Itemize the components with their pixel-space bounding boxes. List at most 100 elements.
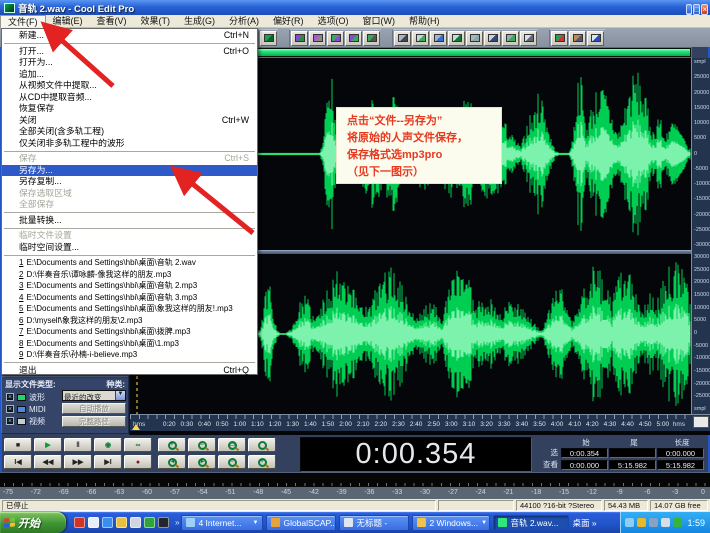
menubar-item-effects[interactable]: 效果(T) xyxy=(134,15,178,28)
menubar-item-file[interactable]: 文件(F) xyxy=(0,15,46,28)
close-button[interactable]: × xyxy=(701,4,708,15)
quick-launch-overflow[interactable]: » xyxy=(175,518,179,527)
minimize-button[interactable]: _ xyxy=(686,4,692,15)
maximize-button[interactable]: □ xyxy=(693,4,700,15)
auto-play-button[interactable]: 自动播放 xyxy=(62,403,126,414)
pen-tool-icon[interactable] xyxy=(158,517,169,528)
browser-icon[interactable] xyxy=(74,517,85,528)
task-button-folder[interactable]: 2 Windows...▼ xyxy=(412,515,490,531)
menubar-item-analyze[interactable]: 分析(A) xyxy=(222,15,266,28)
dropdown-arrow-icon[interactable]: ▼ xyxy=(115,391,125,400)
file-menu-item-extract-from-cd[interactable]: 从CD中提取音频... xyxy=(2,92,257,104)
menubar-item-options[interactable]: 选项(O) xyxy=(311,15,356,28)
toolbar-button-scripts[interactable] xyxy=(260,31,277,46)
file-menu-item-save-as[interactable]: 另存为... xyxy=(2,165,257,177)
play-looped-button[interactable]: ∞ xyxy=(124,438,152,452)
rewind-button[interactable]: ◀◀ xyxy=(34,455,62,469)
sort-dropdown[interactable]: 最近的改变 ▼ xyxy=(62,390,126,401)
file-menu-item-append[interactable]: 追加... xyxy=(2,69,257,81)
zoom-to-selection-button[interactable]: ▭ xyxy=(218,438,246,452)
collapse-arrow-icon[interactable] xyxy=(625,518,634,527)
MIDI-checkbox[interactable]: × xyxy=(6,405,14,413)
file-menu-item-revert-to-saved[interactable]: 恢复保存 xyxy=(2,103,257,115)
antivirus-icon[interactable] xyxy=(673,518,682,527)
toolbar-button-panel-window-4[interactable] xyxy=(448,31,465,46)
pause-button[interactable]: ‖ xyxy=(64,438,92,452)
toolbar-button-panel-window-8[interactable] xyxy=(520,31,537,46)
record-button[interactable]: ● xyxy=(124,455,152,469)
file-menu-item-recent-9[interactable]: 9D:\伴奏音乐\孙楠-i-believe.mp3 xyxy=(2,349,257,361)
toolbar-button-multitrack-view[interactable] xyxy=(327,31,344,46)
toolbar-button-spectral-view[interactable] xyxy=(291,31,308,46)
file-menu-item-recent-7[interactable]: 7E:\Documents and Settings\hbi\桌面\拨脾.mp3 xyxy=(2,326,257,338)
file-menu-item-recent-3[interactable]: 3E:\Documents and Settings\hbi\桌面\音轨 2.m… xyxy=(2,280,257,292)
file-menu-item-new[interactable]: 新建...Ctrl+N xyxy=(2,30,257,42)
stop-button[interactable]: ■ xyxy=(4,438,32,452)
zoom-out-vertical-button[interactable]: − xyxy=(218,455,246,469)
toolbar-button-refresh[interactable] xyxy=(551,31,568,46)
start-button[interactable]: 开始 xyxy=(0,512,66,533)
file-menu-item-close[interactable]: 关闭Ctrl+W xyxy=(2,115,257,127)
file-menu-item-temp-space-settings[interactable]: 临时空间设置... xyxy=(2,242,257,254)
zoom-out-horizontal-button[interactable]: − xyxy=(188,438,216,452)
task-button-internet-explorer[interactable]: 4 Internet...▼ xyxy=(181,515,263,531)
file-menu-item-extract-from-video[interactable]: 从视频文件中提取... xyxy=(2,80,257,92)
time-ruler[interactable]: 0:200:300:400:501:001:101:201:301:401:50… xyxy=(130,414,710,431)
toolbar-button-panel-window-6[interactable] xyxy=(484,31,501,46)
go-to-end-button[interactable]: ▶I xyxy=(94,455,122,469)
task-dropdown-arrow-icon[interactable]: ▼ xyxy=(253,520,259,526)
menubar-item-edit[interactable]: 编辑(E) xyxy=(46,15,90,28)
menubar-item-help[interactable]: 帮助(H) xyxy=(402,15,447,28)
task-button-globalscape[interactable]: GlobalSCAP... xyxy=(266,515,336,531)
zoom-in-vertical-button[interactable]: + xyxy=(248,455,276,469)
波形-checkbox[interactable]: × xyxy=(6,393,14,401)
toolbar-button-waveform-view[interactable] xyxy=(309,31,326,46)
toolbar-button-panel-window-2[interactable] xyxy=(412,31,429,46)
desktop-toolbar[interactable]: 桌面 » xyxy=(572,517,596,529)
file-menu-item-open-as[interactable]: 打开为... xyxy=(2,57,257,69)
level-meter[interactable] xyxy=(0,472,710,487)
play-button[interactable]: ▶ xyxy=(34,438,62,452)
messenger-icon[interactable] xyxy=(88,517,99,528)
toolbar-button-panel-window-7[interactable] xyxy=(502,31,519,46)
toolbar-button-help[interactable] xyxy=(587,31,604,46)
file-menu-item-close-all[interactable]: 全部关闭(含多轨工程) xyxy=(2,126,257,138)
file-menu-item-close-only-non-session[interactable]: 仅关闭非多轨工程中的波形 xyxy=(2,138,257,150)
scale-grip[interactable] xyxy=(693,416,709,428)
toolbar-button-clipboard[interactable] xyxy=(569,31,586,46)
spreadsheet-icon[interactable] xyxy=(144,517,155,528)
toolbar-button-panel-window-1[interactable] xyxy=(394,31,411,46)
menubar-item-window[interactable]: 窗口(W) xyxy=(356,15,403,28)
zoom-in-left-edge-button[interactable]: ◄ xyxy=(158,455,186,469)
media-player-icon[interactable] xyxy=(130,517,141,528)
menubar-item-generate[interactable]: 生成(G) xyxy=(177,15,222,28)
menubar-item-favorites[interactable]: 偏好(R) xyxy=(266,15,311,28)
file-menu-item-recent-1[interactable]: 1E:\Documents and Settings\hbi\桌面\音轨 2.w… xyxy=(2,257,257,269)
lock-icon[interactable] xyxy=(637,518,646,527)
toolbar-button-mixer-view[interactable] xyxy=(363,31,380,46)
task-button-cool-edit[interactable]: 音轨 2.wav... xyxy=(493,515,569,531)
display-icon[interactable] xyxy=(649,518,658,527)
file-menu-item-recent-4[interactable]: 4E:\Documents and Settings\hbi\桌面\音轨 3.m… xyxy=(2,292,257,304)
menubar-item-view[interactable]: 查看(V) xyxy=(90,15,134,28)
视频-checkbox[interactable]: × xyxy=(6,417,14,425)
zoom-in-right-edge-button[interactable]: ► xyxy=(188,455,216,469)
file-menu-item-open[interactable]: 打开...Ctrl+O xyxy=(2,46,257,58)
task-dropdown-arrow-icon[interactable]: ▼ xyxy=(481,520,487,526)
file-menu-item-recent-8[interactable]: 8E:\Documents and Settings\hbi\桌面\1.mp3 xyxy=(2,338,257,350)
fast-forward-button[interactable]: ▶▶ xyxy=(64,455,92,469)
file-menu-item-batch-convert[interactable]: 批量转换... xyxy=(2,215,257,227)
folder-icon[interactable] xyxy=(116,517,127,528)
play-from-cursor-button[interactable]: ◉ xyxy=(94,438,122,452)
file-menu-item-recent-5[interactable]: 5E:\Documents and Settings\hbi\桌面\象我这样的朋… xyxy=(2,303,257,315)
volume-icon[interactable] xyxy=(661,518,670,527)
toolbar-button-panel-window-5[interactable] xyxy=(466,31,483,46)
zoom-in-horizontal-button[interactable]: + xyxy=(158,438,186,452)
file-menu-item-recent-6[interactable]: 6D:\myself\象我这样的朋友\2.mp3 xyxy=(2,315,257,327)
full-paths-button[interactable]: 完整路径 xyxy=(62,416,126,427)
title-bar[interactable]: 音轨 2.wav - Cool Edit Pro _□× xyxy=(0,0,710,15)
file-menu-item-save-copy-as[interactable]: 另存复制... xyxy=(2,176,257,188)
task-button-notepad[interactable]: 无标题 - xyxy=(339,515,409,531)
toolbar-button-panel-window-3[interactable] xyxy=(430,31,447,46)
file-menu-item-recent-2[interactable]: 2D:\伴奏音乐\谭咏麟-像我这样的朋友.mp3 xyxy=(2,269,257,281)
